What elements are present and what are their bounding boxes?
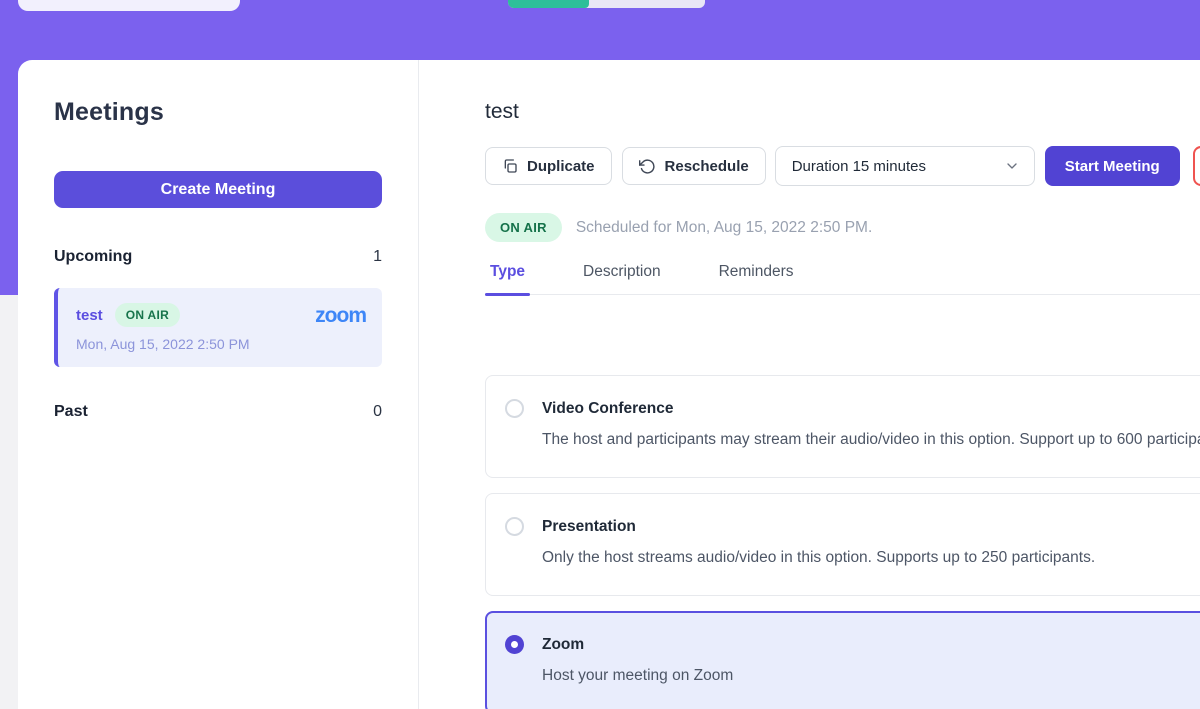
upcoming-label: Upcoming <box>54 248 132 266</box>
option-description: Host your meeting on Zoom <box>542 662 733 690</box>
meeting-type-options: Video Conference The host and participan… <box>485 375 1200 709</box>
radio-icon[interactable] <box>505 399 524 418</box>
meeting-list-item[interactable]: test ON AIR zoom Mon, Aug 15, 2022 2:50 … <box>54 288 382 367</box>
past-section-header: Past 0 <box>54 403 382 421</box>
meeting-detail-panel: test Duplicate Reschedul <box>419 60 1200 709</box>
reschedule-button[interactable]: Reschedule <box>622 147 766 185</box>
zoom-logo: zoom <box>315 305 366 326</box>
progress-bar <box>508 0 705 8</box>
tab-reminders[interactable]: Reminders <box>714 263 799 294</box>
option-title: Video Conference <box>542 396 1200 421</box>
tab-type[interactable]: Type <box>485 263 530 294</box>
past-label: Past <box>54 403 88 421</box>
page-title: test <box>485 100 1200 124</box>
meetings-sidebar: Meetings Create Meeting Upcoming 1 test … <box>18 60 419 709</box>
on-air-status-badge: ON AIR <box>485 213 562 242</box>
meeting-item-title: test <box>76 307 103 324</box>
option-description: The host and participants may stream the… <box>542 426 1200 454</box>
option-presentation[interactable]: Presentation Only the host streams audio… <box>485 493 1200 596</box>
duration-value: Duration 15 minutes <box>792 158 926 175</box>
upcoming-count: 1 <box>373 248 382 266</box>
duplicate-button[interactable]: Duplicate <box>485 147 612 185</box>
radio-icon[interactable] <box>505 517 524 536</box>
duplicate-label: Duplicate <box>527 158 595 175</box>
status-row: ON AIR Scheduled for Mon, Aug 15, 2022 2… <box>485 213 1200 242</box>
option-description: Only the host streams audio/video in thi… <box>542 544 1095 572</box>
duration-select[interactable]: Duration 15 minutes <box>775 146 1035 186</box>
tab-description[interactable]: Description <box>578 263 666 294</box>
meeting-item-datetime: Mon, Aug 15, 2022 2:50 PM <box>76 336 366 352</box>
delete-meeting-button[interactable] <box>1193 146 1200 186</box>
tab-bar: Type Description Reminders <box>485 263 1200 295</box>
reschedule-label: Reschedule <box>665 158 749 175</box>
copy-icon <box>502 158 518 174</box>
scheduled-text: Scheduled for Mon, Aug 15, 2022 2:50 PM. <box>576 219 872 237</box>
option-title: Zoom <box>542 632 733 657</box>
option-title: Presentation <box>542 514 1095 539</box>
progress-bar-fill <box>508 0 589 8</box>
create-meeting-button[interactable]: Create Meeting <box>54 171 382 208</box>
sidebar-title: Meetings <box>54 98 382 127</box>
past-count: 0 <box>373 403 382 421</box>
top-cutoff-panel <box>18 0 240 11</box>
chevron-down-icon <box>1004 158 1020 174</box>
start-meeting-button[interactable]: Start Meeting <box>1045 146 1180 186</box>
refresh-icon <box>639 158 656 175</box>
upcoming-section-header: Upcoming 1 <box>54 248 382 266</box>
toolbar: Duplicate Reschedule Duration 15 minutes <box>485 146 1200 186</box>
on-air-badge: ON AIR <box>115 303 180 327</box>
option-zoom[interactable]: Zoom Host your meeting on Zoom <box>485 611 1200 709</box>
content-card: Meetings Create Meeting Upcoming 1 test … <box>18 60 1200 709</box>
radio-checked-icon[interactable] <box>505 635 524 654</box>
option-video-conference[interactable]: Video Conference The host and participan… <box>485 375 1200 478</box>
